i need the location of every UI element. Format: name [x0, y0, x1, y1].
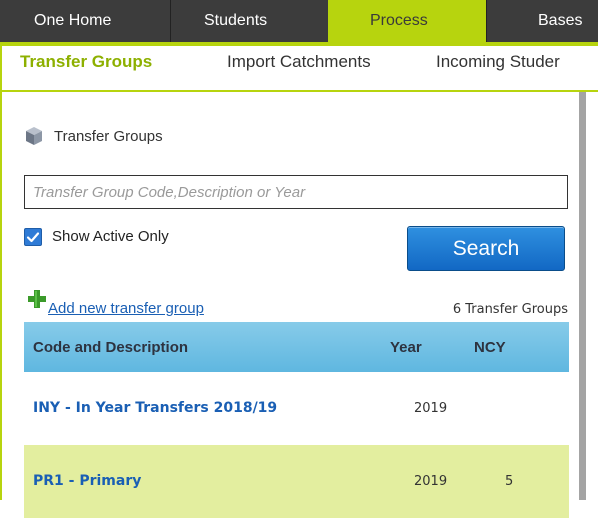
- tab-one-home[interactable]: One Home: [0, 0, 170, 42]
- column-header-ncy[interactable]: NCY: [474, 339, 506, 356]
- show-active-checkbox[interactable]: [24, 228, 42, 246]
- table-row[interactable]: INY - In Year Transfers 2018/19 2019: [24, 372, 569, 445]
- row-ncy: 5: [505, 474, 514, 489]
- search-input[interactable]: [24, 175, 568, 209]
- cube-icon: [26, 127, 42, 145]
- add-transfer-group-link[interactable]: Add new transfer group: [48, 300, 204, 317]
- search-button[interactable]: Search: [407, 226, 565, 271]
- checkmark-icon: [26, 232, 40, 243]
- column-header-year[interactable]: Year: [390, 339, 422, 356]
- table-row[interactable]: PR1 - Primary 2019 5: [24, 445, 569, 518]
- sub-nav: Transfer Groups Import Catchments Incomi…: [0, 42, 598, 92]
- tab-label: One Home: [34, 12, 112, 29]
- subnav-incoming-students[interactable]: Incoming Studer: [436, 52, 560, 72]
- tab-label: Bases: [538, 12, 583, 29]
- add-row: Add new transfer group 6 Transfer Groups: [28, 290, 568, 318]
- transfer-group-count: 6 Transfer Groups: [452, 302, 568, 317]
- panel-title-label: Transfer Groups: [54, 128, 163, 145]
- subnav-import-catchments[interactable]: Import Catchments: [227, 52, 371, 72]
- tab-bases[interactable]: Bases: [487, 0, 598, 42]
- tab-students[interactable]: Students: [171, 0, 328, 42]
- subnav-accent-bar: [0, 42, 598, 46]
- content-left-border: [0, 92, 2, 500]
- transfer-groups-table: Code and Description Year NCY INY - In Y…: [24, 322, 569, 518]
- subnav-bottom-border: [0, 90, 598, 92]
- row-year: 2019: [414, 474, 448, 489]
- column-header-code[interactable]: Code and Description: [33, 339, 188, 356]
- row-code-link[interactable]: PR1 - Primary: [33, 473, 141, 489]
- table-header: Code and Description Year NCY: [24, 322, 569, 372]
- row-code-link[interactable]: INY - In Year Transfers 2018/19: [33, 400, 277, 416]
- subnav-transfer-groups[interactable]: Transfer Groups: [20, 52, 152, 72]
- top-nav: One Home Students Process Bases: [0, 0, 598, 42]
- row-year: 2019: [414, 401, 448, 416]
- tab-label: Students: [204, 12, 268, 29]
- plus-icon[interactable]: [28, 290, 46, 308]
- subnav-left-edge: [0, 42, 2, 92]
- tab-label: Process: [370, 12, 428, 29]
- tab-process[interactable]: Process: [328, 0, 486, 42]
- vertical-scrollbar[interactable]: [579, 92, 586, 500]
- show-active-label: Show Active Only: [52, 228, 169, 245]
